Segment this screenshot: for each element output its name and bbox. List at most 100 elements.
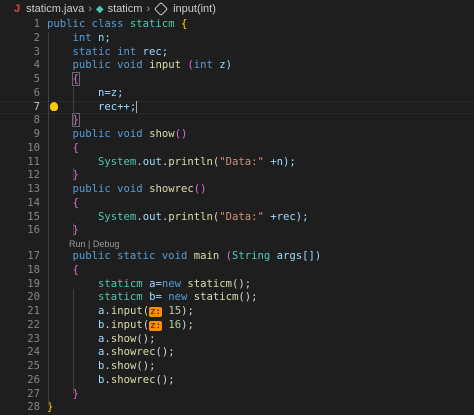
line-number: 20 <box>27 291 40 304</box>
paren: () <box>193 183 207 195</box>
code-line-current[interactable]: 7 rec++; <box>0 100 474 115</box>
code-line[interactable]: 1 public class staticm { <box>0 18 474 32</box>
member: .out. <box>136 210 169 223</box>
line-number: 15 <box>27 210 40 223</box>
expression: +rec); <box>263 210 309 223</box>
parameter: args[]) <box>270 250 322 262</box>
code-line[interactable]: 11 System.out.println("Data:" +n); <box>0 156 474 170</box>
statement: rec++; <box>98 100 137 113</box>
code-editor[interactable]: 1 public class staticm { 2 int n; 3 stati… <box>0 18 474 413</box>
line-number: 14 <box>27 196 40 209</box>
punctuation: (); <box>238 291 258 304</box>
identifier: a= <box>142 277 162 290</box>
method-name: input <box>110 318 143 331</box>
line-number: 25 <box>27 360 40 372</box>
line-number: 7 <box>33 100 40 113</box>
line-number: 10 <box>27 141 40 154</box>
run-debug-codelens[interactable]: Run | Debug <box>69 238 119 250</box>
line-number: 26 <box>27 373 40 386</box>
line-number: 11 <box>27 155 40 168</box>
paren: () <box>174 128 188 140</box>
constructor: staticm <box>180 277 232 290</box>
punctuation: (); <box>232 277 252 290</box>
code-line[interactable]: 2 int n; <box>0 32 474 46</box>
line-number: 19 <box>27 277 40 290</box>
class-name: staticm <box>98 291 143 304</box>
indent-guide <box>48 32 49 406</box>
brace: { <box>71 72 80 86</box>
class-name: System <box>98 155 137 168</box>
identifier: rec; <box>136 45 169 58</box>
brace: { <box>72 196 79 209</box>
line-number: 5 <box>33 73 40 85</box>
code-line[interactable]: 8 } <box>0 113 474 128</box>
keyword: public static void <box>72 250 188 262</box>
keyword: new <box>168 291 188 304</box>
breadcrumb-file[interactable]: staticm.java <box>26 3 84 15</box>
method-name: showrec <box>110 373 156 386</box>
brace: { <box>72 141 79 154</box>
keyword: new <box>161 277 181 290</box>
breadcrumb-method[interactable]: input(int) <box>173 3 216 15</box>
keyword: static int <box>72 45 137 58</box>
code-line[interactable]: 23 a.show(); <box>0 333 474 347</box>
code-line[interactable]: 20 staticm b= new staticm(); <box>0 291 474 305</box>
paren: ( <box>180 59 194 72</box>
string-literal: "Data:" <box>219 155 264 168</box>
code-line[interactable]: 10 { <box>0 142 474 156</box>
code-line[interactable]: 24 a.showrec(); <box>0 346 474 360</box>
line-number: 6 <box>33 86 40 99</box>
method-name: println <box>168 210 213 223</box>
code-line[interactable]: 5 { <box>0 72 474 87</box>
breadcrumb-class[interactable]: staticm <box>108 3 143 15</box>
punctuation: (); <box>136 360 156 372</box>
code-line[interactable]: 13 public void showrec() <box>0 183 474 197</box>
statement: n=z; <box>98 86 124 99</box>
method-name: main <box>187 250 220 262</box>
keyword: public void <box>72 128 143 140</box>
method-name: showrec <box>110 346 156 359</box>
code-line[interactable]: 18 { <box>0 264 474 278</box>
identifier: b= <box>142 291 169 304</box>
keyword: public class <box>47 18 130 30</box>
method-name: println <box>168 155 213 168</box>
code-line[interactable]: 25 b.show(); <box>0 360 474 374</box>
line-number: 13 <box>27 183 40 195</box>
code-line[interactable]: 12 } <box>0 169 474 183</box>
code-line[interactable]: 26 b.showrec(); <box>0 374 474 388</box>
chevron-right-icon: › <box>88 3 92 15</box>
brace: { <box>72 263 79 276</box>
inlay-hint: z: <box>149 307 162 317</box>
method-icon <box>154 1 169 17</box>
punctuation: ); <box>181 305 194 317</box>
code-line[interactable]: 16 } <box>0 224 474 238</box>
inlay-hint: z: <box>149 320 162 331</box>
code-line[interactable]: 15 System.out.println("Data:" +rec); <box>0 211 474 225</box>
chevron-right-icon: › <box>146 3 151 15</box>
line-number: 3 <box>33 45 40 58</box>
class-name: String <box>231 250 271 262</box>
code-line[interactable]: 27 } <box>0 388 474 402</box>
codelens[interactable]: Run | Debug <box>0 238 474 250</box>
method-name: show <box>110 360 137 372</box>
method-name: showrec <box>142 183 194 195</box>
code-line[interactable]: 22 b.input(z: 16); <box>0 319 474 333</box>
line-number: 18 <box>27 263 40 276</box>
keyword: int <box>193 59 213 72</box>
code-line[interactable]: 9 public void show() <box>0 128 474 142</box>
code-line[interactable]: 4 public void input (int z) <box>0 59 474 73</box>
method-name: show <box>142 128 175 140</box>
keyword: int <box>72 31 92 44</box>
code-line[interactable]: 14 { <box>0 197 474 211</box>
code-line[interactable]: 19 staticm a=new staticm(); <box>0 278 474 292</box>
code-line[interactable]: 3 static int rec; <box>0 46 474 60</box>
line-number: 4 <box>33 59 40 72</box>
line-number: 2 <box>33 31 40 44</box>
code-line[interactable]: 21 a.input(z: 15); <box>0 305 474 319</box>
line-number: 24 <box>27 346 40 359</box>
code-line[interactable]: 6 n=z; <box>0 87 474 101</box>
code-line[interactable]: 17 public static void main (String args[… <box>0 250 474 264</box>
keyword: public void <box>72 183 143 195</box>
text-cursor <box>136 100 138 113</box>
line-number: 23 <box>27 332 40 345</box>
